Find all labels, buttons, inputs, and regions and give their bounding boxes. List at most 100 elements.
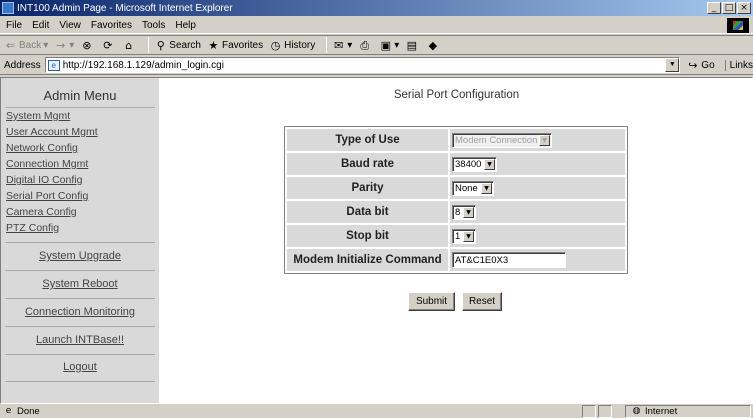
menu-bar: File Edit View Favorites Tools Help: [0, 17, 753, 34]
menu-help[interactable]: Help: [175, 20, 196, 31]
links-button[interactable]: Links: [724, 59, 753, 71]
address-dropdown-icon[interactable]: ▼: [665, 58, 680, 72]
close-icon[interactable]: ×: [737, 2, 751, 14]
table-row: Modem Initialize Command AT&C1E0X3: [287, 249, 625, 271]
ie-app-icon: [2, 2, 14, 14]
parity-cell: None ▼: [450, 177, 625, 199]
edit-button[interactable]: ▣ ▾: [379, 38, 400, 52]
favorites-button[interactable]: ★ Favorites: [207, 39, 264, 52]
address-input[interactable]: e http://192.168.1.129/admin_login.cgi ▼: [44, 57, 681, 73]
reset-button[interactable]: Reset: [462, 292, 502, 311]
sidebar-divider: [5, 298, 155, 299]
go-button[interactable]: ↪ Go: [686, 59, 714, 72]
history-icon: ◷: [270, 38, 281, 52]
table-row: Parity None ▼: [287, 177, 625, 199]
baud-rate-label: Baud rate: [287, 153, 448, 175]
status-pane: [582, 405, 596, 418]
sidebar-link-connection-mgmt[interactable]: Connection Mgmt: [6, 158, 88, 170]
table-row: Data bit 8 ▼: [287, 201, 625, 223]
modem-init-command-cell: AT&C1E0X3: [450, 249, 625, 271]
menu-edit[interactable]: Edit: [32, 20, 49, 31]
modem-init-command-label: Modem Initialize Command: [287, 249, 448, 271]
sidebar-logout[interactable]: Logout: [1, 361, 159, 373]
sidebar-link-system-mgmt[interactable]: System Mgmt: [6, 110, 70, 122]
admin-sidebar: Admin Menu System Mgmt User Account Mgmt…: [1, 78, 159, 403]
window-title: INT100 Admin Page - Microsoft Internet E…: [17, 2, 233, 14]
sidebar-connection-monitoring[interactable]: Connection Monitoring: [1, 306, 159, 318]
sidebar-link-digital-io-config[interactable]: Digital IO Config: [6, 174, 82, 186]
stop-icon: ⊗: [82, 38, 92, 52]
sidebar-system-reboot[interactable]: System Reboot: [1, 278, 159, 290]
sidebar-divider: [5, 381, 155, 382]
status-bar: e Done ◍ Internet: [0, 405, 753, 418]
data-bit-label: Data bit: [287, 201, 448, 223]
status-text-area: e Done: [2, 405, 40, 418]
submit-button[interactable]: Submit: [408, 292, 455, 311]
edit-icon: ▣: [380, 38, 391, 52]
type-of-use-select: Modem Connection ▼: [452, 132, 552, 148]
window-title-bar: INT100 Admin Page - Microsoft Internet E…: [0, 0, 753, 16]
discuss-icon: ▤: [406, 38, 417, 52]
back-arrow-icon: ⇐: [5, 38, 16, 52]
search-button[interactable]: ⚲ Search: [154, 39, 201, 52]
chevron-down-icon[interactable]: ▼: [484, 158, 495, 170]
forward-button[interactable]: → ▾: [54, 39, 74, 52]
search-icon: ⚲: [156, 38, 165, 52]
sidebar-link-network-config[interactable]: Network Config: [6, 142, 78, 154]
menu-view[interactable]: View: [59, 20, 81, 31]
sidebar-link-camera-config[interactable]: Camera Config: [6, 206, 77, 218]
sidebar-link-user-account-mgmt[interactable]: User Account Mgmt: [6, 126, 98, 138]
sidebar-title: Admin Menu: [43, 88, 117, 103]
modem-init-command-input[interactable]: AT&C1E0X3: [452, 252, 566, 268]
forward-arrow-icon: →: [56, 38, 66, 52]
minimize-icon[interactable]: _: [707, 2, 721, 14]
table-row: Baud rate 38400 ▼: [287, 153, 625, 175]
baud-rate-select[interactable]: 38400 ▼: [452, 156, 497, 172]
messenger-button[interactable]: ◆: [426, 39, 441, 52]
back-button[interactable]: ⇐ Back ▾: [4, 39, 48, 52]
menu-tools[interactable]: Tools: [142, 20, 165, 31]
stop-bit-label: Stop bit: [287, 225, 448, 247]
sidebar-divider: [5, 354, 155, 355]
stop-bit-select[interactable]: 1 ▼: [452, 228, 476, 244]
refresh-button[interactable]: ⟳: [101, 39, 116, 52]
discuss-button[interactable]: ▤: [405, 39, 420, 52]
refresh-icon: ⟳: [103, 38, 113, 52]
type-of-use-label: Type of Use: [287, 129, 448, 151]
page-done-icon: e: [5, 406, 12, 416]
menu-file[interactable]: File: [6, 20, 22, 31]
menu-favorites[interactable]: Favorites: [91, 20, 132, 31]
sidebar-link-ptz-config[interactable]: PTZ Config: [6, 222, 59, 234]
mail-icon: ✉: [334, 38, 344, 52]
windows-logo-icon: [727, 18, 749, 33]
home-button[interactable]: ⌂: [122, 39, 137, 52]
page-icon: e: [47, 59, 60, 71]
chevron-down-icon[interactable]: ▼: [463, 230, 474, 242]
globe-icon: ◍: [632, 406, 641, 416]
status-panes: [582, 405, 614, 418]
sidebar-divider: [5, 326, 155, 327]
parity-select[interactable]: None ▼: [452, 180, 494, 196]
sidebar-link-serial-port-config[interactable]: Serial Port Config: [6, 190, 88, 202]
mail-button[interactable]: ✉ ▾: [332, 39, 352, 52]
sidebar-divider: [5, 242, 155, 243]
table-row: Type of Use Modem Connection ▼: [287, 129, 625, 151]
print-icon: ⎙: [360, 38, 370, 52]
stop-button[interactable]: ⊗: [80, 39, 95, 52]
go-arrow-icon: ↪: [688, 58, 698, 72]
chevron-down-icon[interactable]: ▼: [481, 182, 492, 194]
table-row: Stop bit 1 ▼: [287, 225, 625, 247]
sidebar-system-upgrade[interactable]: System Upgrade: [1, 250, 159, 262]
history-button[interactable]: ◷ History: [269, 39, 315, 52]
home-icon: ⌂: [125, 38, 133, 52]
zone-label: Internet: [645, 406, 678, 417]
data-bit-cell: 8 ▼: [450, 201, 625, 223]
maximize-icon[interactable]: □: [722, 2, 736, 14]
sidebar-launch-intbase[interactable]: Launch INTBase!!: [1, 334, 159, 346]
stop-bit-cell: 1 ▼: [450, 225, 625, 247]
sidebar-divider: [5, 270, 155, 271]
print-button[interactable]: ⎙: [358, 39, 373, 52]
baud-rate-cell: 38400 ▼: [450, 153, 625, 175]
data-bit-select[interactable]: 8 ▼: [452, 204, 476, 220]
chevron-down-icon[interactable]: ▼: [463, 206, 474, 218]
